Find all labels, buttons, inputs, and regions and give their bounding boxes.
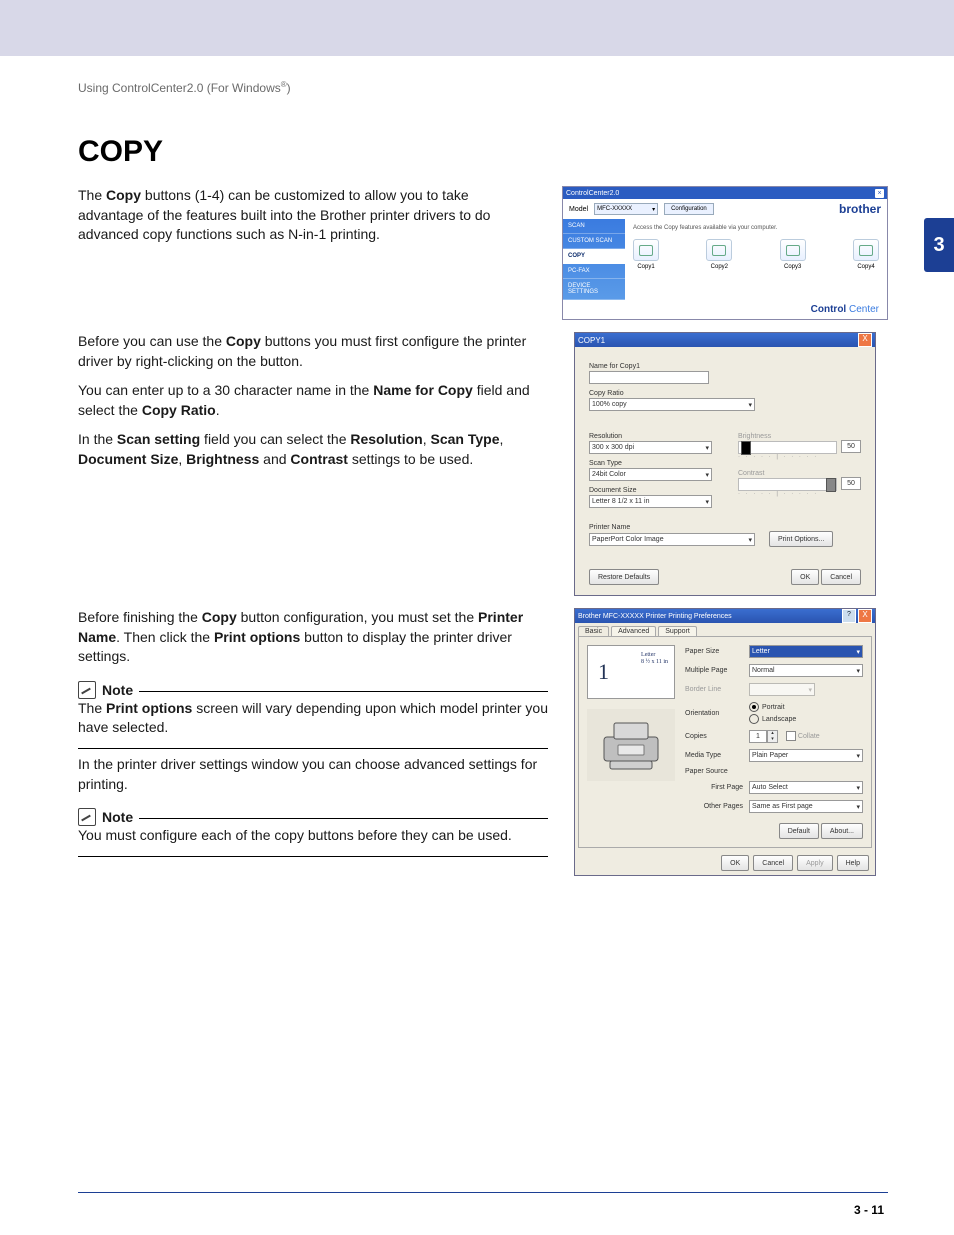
help-button[interactable]: Help — [837, 855, 869, 871]
printing-preferences-dialog: Brother MFC-XXXXX Printer Printing Prefe… — [574, 608, 876, 876]
cc-side-device-settings[interactable]: DEVICE SETTINGS — [563, 279, 625, 300]
scan-type-label: Scan Type — [589, 460, 712, 467]
copy1-dialog: COPY1 X Name for Copy1 Copy Ratio 100% c… — [574, 332, 876, 596]
other-pages-select[interactable]: Same as First page — [749, 800, 863, 813]
copy-icon — [706, 239, 732, 261]
copies-stepper[interactable]: 1▴▾ — [749, 730, 778, 743]
document-size-select[interactable]: Letter 8 1/2 x 11 in — [589, 495, 712, 508]
printer-name-select[interactable]: PaperPort Color Image — [589, 533, 755, 546]
cc-footer: Control Center — [563, 300, 887, 319]
para-4: In the Scan setting field you can select… — [78, 430, 548, 469]
note-label: Note — [102, 809, 133, 825]
first-page-select[interactable]: Auto Select — [749, 781, 863, 794]
paper-size-select[interactable]: Letter — [749, 645, 863, 658]
close-icon[interactable]: X — [858, 333, 872, 347]
cc-side-custom-scan[interactable]: CUSTOM SCAN — [563, 234, 625, 249]
orientation-portrait-radio[interactable]: Portrait — [749, 702, 863, 712]
para-5: Before finishing the Copy button configu… — [78, 608, 548, 667]
note-icon — [78, 681, 96, 699]
tab-advanced[interactable]: Advanced — [611, 626, 656, 636]
media-type-select[interactable]: Plain Paper — [749, 749, 863, 762]
name-for-copy-input[interactable] — [589, 371, 709, 384]
cc-configuration-button[interactable]: Configuration — [664, 203, 714, 215]
page-number: 3 - 11 — [854, 1203, 884, 1217]
restore-defaults-button[interactable]: Restore Defaults — [589, 569, 659, 585]
controlcenter-window: ControlCenter2.0 × Model MFC-XXXXX▾ Conf… — [562, 186, 888, 320]
copy-icon — [853, 239, 879, 261]
tab-basic[interactable]: Basic — [578, 626, 609, 636]
cc-copy1-button[interactable]: Copy1 — [633, 239, 659, 270]
contrast-label: Contrast — [738, 470, 861, 477]
page-preview: 1 Letter8 ½ x 11 in — [587, 645, 675, 699]
scan-type-select[interactable]: 24bit Color — [589, 468, 712, 481]
print-options-button[interactable]: Print Options... — [769, 531, 833, 547]
tab-support[interactable]: Support — [658, 626, 697, 636]
close-icon[interactable]: × — [875, 189, 884, 198]
copy1-title: COPY1 — [578, 336, 605, 345]
chapter-tab: 3 — [924, 218, 954, 272]
printer-icon — [587, 709, 675, 781]
copy-icon — [633, 239, 659, 261]
default-button[interactable]: Default — [779, 823, 819, 839]
cc-model-select[interactable]: MFC-XXXXX▾ — [594, 203, 658, 215]
copy-ratio-select[interactable]: 100% copy — [589, 398, 755, 411]
brightness-slider[interactable] — [738, 441, 837, 454]
brother-logo: brother — [839, 202, 881, 216]
top-margin-bar — [0, 0, 954, 56]
pp-title: Brother MFC-XXXXX Printer Printing Prefe… — [578, 613, 732, 620]
divider — [78, 748, 548, 749]
para-2: Before you can use the Copy buttons you … — [78, 332, 548, 371]
orientation-landscape-radio[interactable]: Landscape — [749, 714, 863, 724]
note-icon — [78, 808, 96, 826]
brightness-label: Brightness — [738, 433, 861, 440]
ok-button[interactable]: OK — [721, 855, 749, 871]
resolution-label: Resolution — [589, 433, 712, 440]
cancel-button[interactable]: Cancel — [753, 855, 793, 871]
cc-copy3-button[interactable]: Copy3 — [780, 239, 806, 270]
page-title: COPY — [78, 135, 888, 168]
note-label: Note — [102, 682, 133, 698]
contrast-value[interactable]: 50 — [841, 477, 861, 490]
multiple-page-select[interactable]: Normal — [749, 664, 863, 677]
para-6: In the printer driver settings window yo… — [78, 755, 548, 794]
cc-copy2-button[interactable]: Copy2 — [706, 239, 732, 270]
cancel-button[interactable]: Cancel — [821, 569, 861, 585]
document-size-label: Document Size — [589, 487, 712, 494]
ok-button[interactable]: OK — [791, 569, 819, 585]
note-2: You must configure each of the copy butt… — [78, 826, 548, 846]
cc-sidebar: SCAN CUSTOM SCAN COPY PC-FAX DEVICE SETT… — [563, 219, 625, 300]
cc-model-label: Model — [569, 206, 588, 213]
running-head: Using ControlCenter2.0 (For Windows®) — [78, 80, 888, 95]
cc-hint: Access the Copy features available via y… — [633, 225, 879, 231]
cc-copy4-button[interactable]: Copy4 — [853, 239, 879, 270]
cc-title: ControlCenter2.0 — [566, 190, 619, 197]
resolution-select[interactable]: 300 x 300 dpi — [589, 441, 712, 454]
help-icon[interactable]: ? — [842, 609, 856, 623]
cc-side-copy[interactable]: COPY — [563, 249, 625, 264]
cc-side-scan[interactable]: SCAN — [563, 219, 625, 234]
border-line-select — [749, 683, 815, 696]
collate-checkbox — [786, 731, 796, 741]
contrast-slider[interactable] — [738, 478, 837, 491]
para-3: You can enter up to a 30 character name … — [78, 381, 548, 420]
about-button[interactable]: About... — [821, 823, 863, 839]
para-1: The Copy buttons (1-4) can be customized… — [78, 186, 536, 245]
close-icon[interactable]: X — [858, 609, 872, 623]
apply-button: Apply — [797, 855, 833, 871]
copy-icon — [780, 239, 806, 261]
footer-rule — [78, 1192, 888, 1193]
cc-side-pcfax[interactable]: PC-FAX — [563, 264, 625, 279]
copy-ratio-label: Copy Ratio — [589, 390, 861, 397]
note-1: The Print options screen will vary depen… — [78, 699, 548, 738]
brightness-value[interactable]: 50 — [841, 440, 861, 453]
printer-name-label: Printer Name — [589, 524, 861, 531]
divider — [78, 856, 548, 857]
name-for-copy-label: Name for Copy1 — [589, 363, 861, 370]
